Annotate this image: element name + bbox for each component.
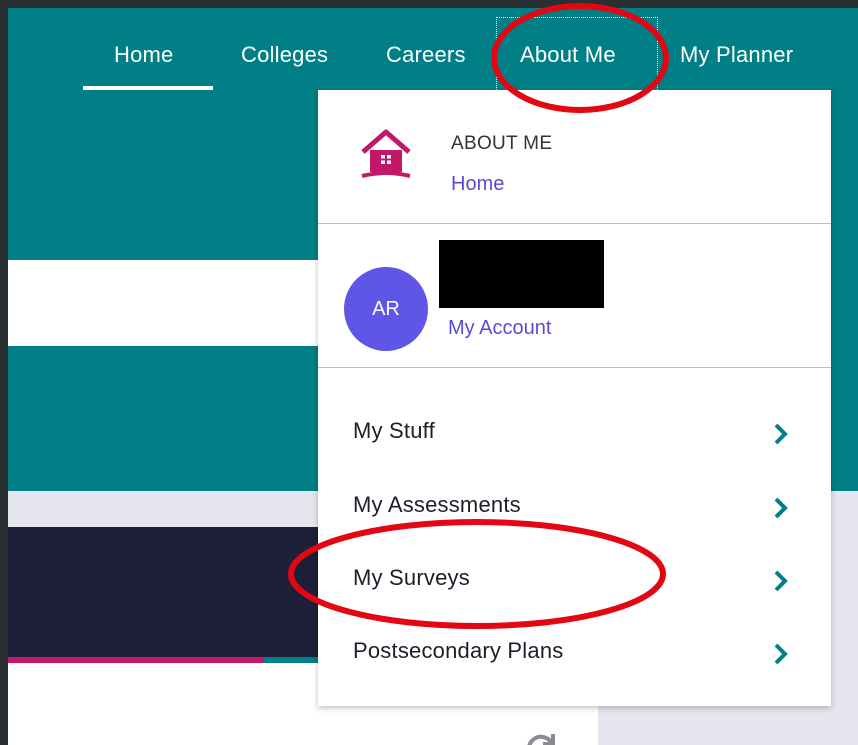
annotation-ellipse-about-me — [491, 3, 669, 113]
annotation-overlay — [288, 3, 669, 629]
annotation-ellipse-my-surveys — [288, 519, 666, 629]
